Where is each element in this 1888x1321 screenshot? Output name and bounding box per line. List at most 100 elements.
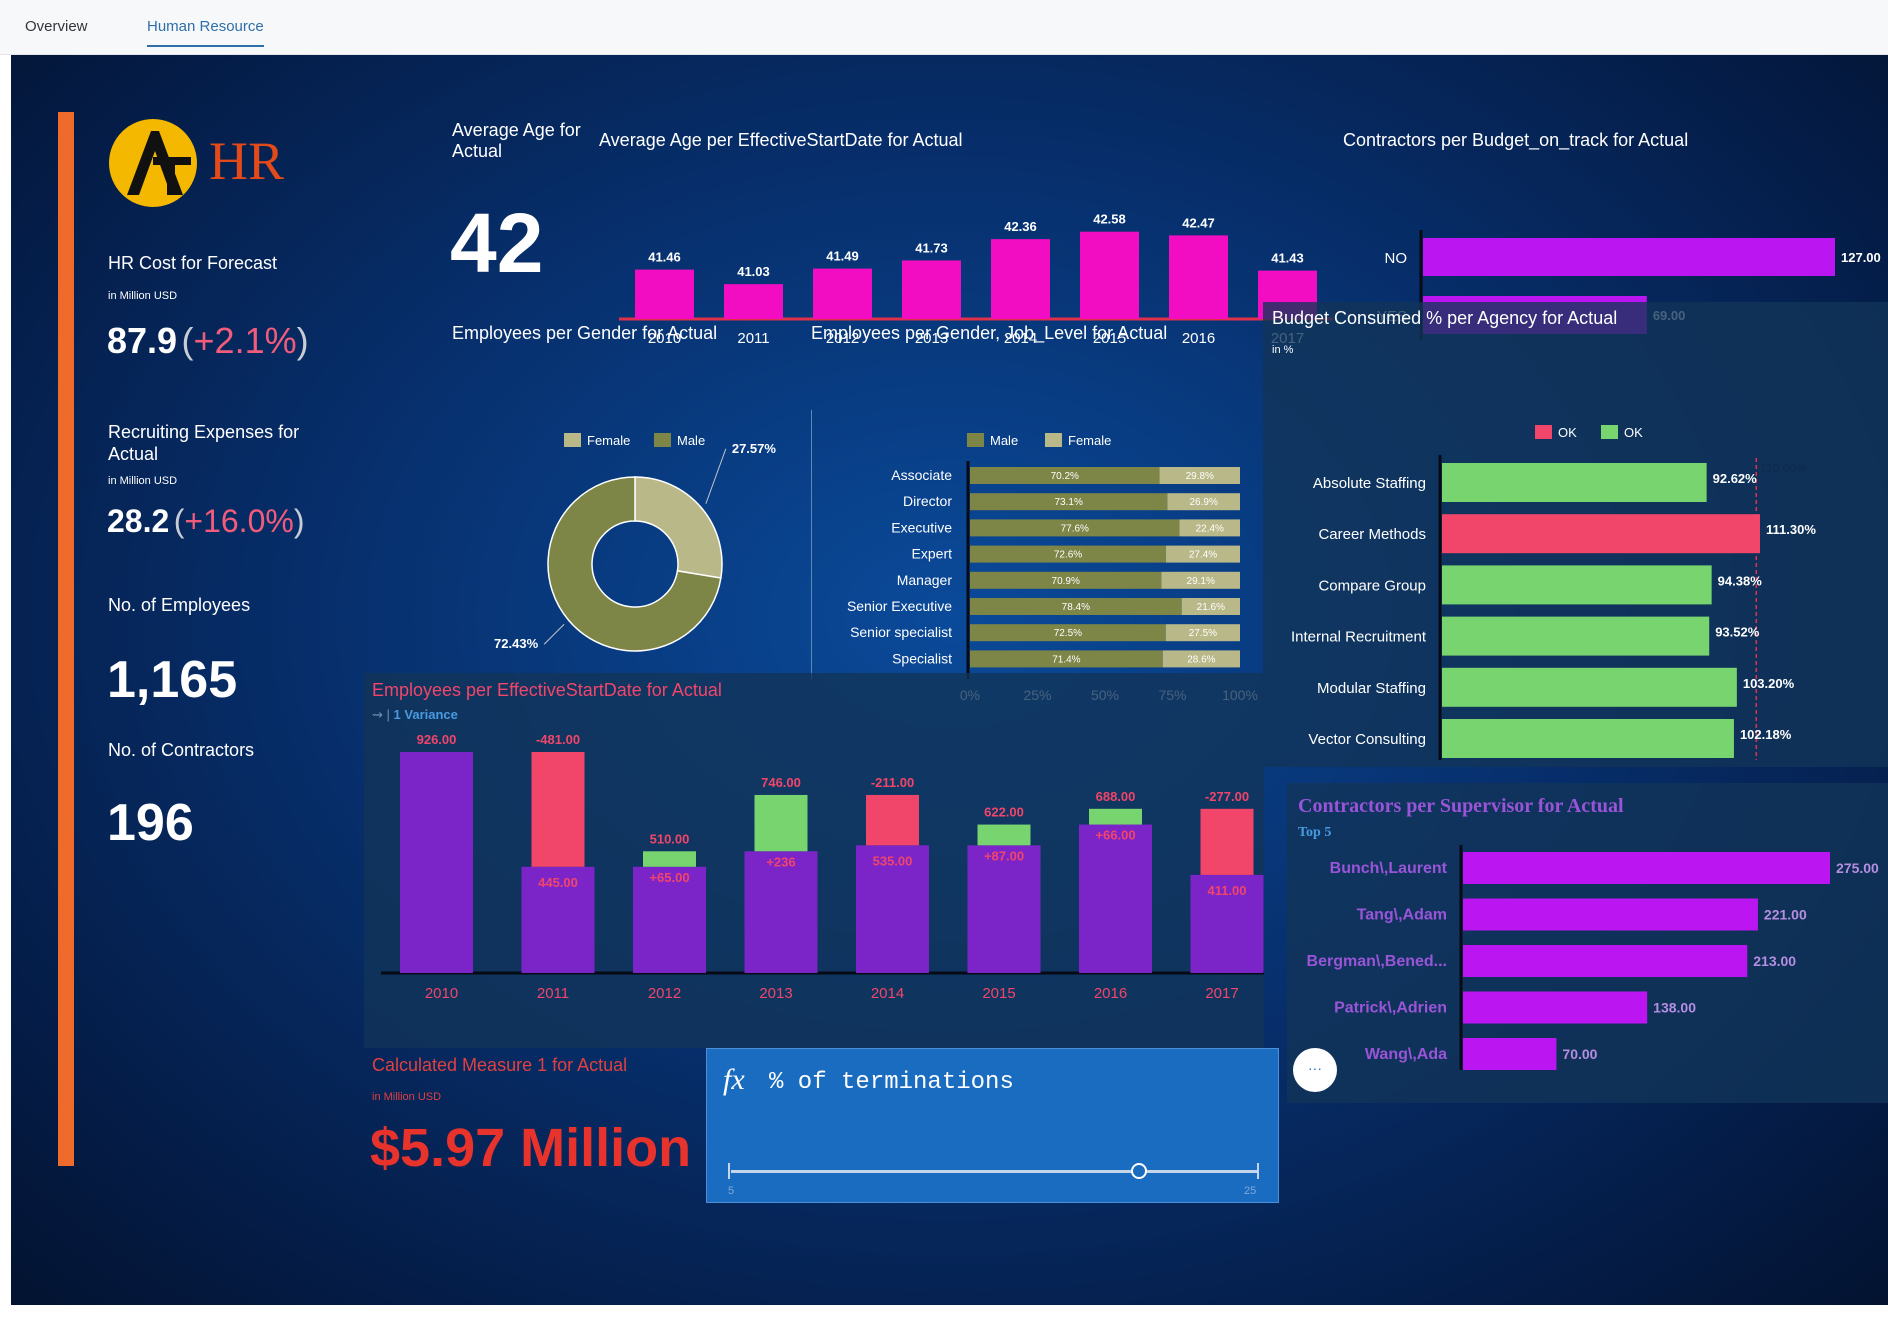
avg-age-title: Average Age for Actual bbox=[452, 120, 581, 162]
variance-link-icon: ⇝ bbox=[372, 707, 383, 722]
budget-category-label: Modular Staffing bbox=[1317, 680, 1426, 697]
variance-tick-label: 2012 bbox=[648, 985, 681, 1002]
joblevel-category-label: Associate bbox=[891, 467, 952, 483]
avg-age-data-label: 41.73 bbox=[915, 240, 948, 255]
joblevel-female-label: 29.8% bbox=[1186, 471, 1214, 482]
logo bbox=[107, 117, 199, 209]
budget-data-label: 102.18% bbox=[1740, 727, 1792, 742]
variance-delta-bar bbox=[977, 824, 1031, 846]
variance-delta-bar bbox=[866, 794, 919, 846]
fx-slider-max-label: 25 bbox=[1244, 1185, 1257, 1197]
supervisor-bar bbox=[1463, 991, 1648, 1024]
supervisor-bar bbox=[1463, 852, 1830, 884]
budget-bar bbox=[1442, 616, 1710, 656]
calc-measure-value: $5.97 Million bbox=[370, 1118, 692, 1178]
supervisor-category-label: Tang\,Adam bbox=[1357, 907, 1447, 924]
avg-age-data-label: 42.36 bbox=[1004, 219, 1037, 234]
fx-label: % of terminations bbox=[769, 1069, 1014, 1096]
tab-overview[interactable]: Overview bbox=[25, 18, 88, 35]
fx-slider-card[interactable]: fx % of terminations 5 25 bbox=[706, 1048, 1279, 1203]
donut-legend-swatch bbox=[564, 433, 581, 447]
variance-indicator[interactable]: ⇝ | 1 Variance bbox=[372, 707, 458, 723]
joblevel-legend-label: Female bbox=[1068, 433, 1111, 448]
fx-slider-min-label: 5 bbox=[728, 1185, 735, 1197]
joblevel-category-label: Senior specialist bbox=[850, 624, 952, 640]
joblevel-male-label: 71.4% bbox=[1052, 654, 1080, 665]
joblevel-male-label: 70.9% bbox=[1052, 576, 1080, 587]
supervisor-data-label: 138.00 bbox=[1653, 1000, 1696, 1016]
budget-bar bbox=[1442, 719, 1734, 758]
donut-data-label: 27.57% bbox=[732, 441, 777, 456]
budget-bar bbox=[1442, 667, 1737, 707]
logo-text: HR bbox=[209, 131, 285, 191]
joblevel-male-label: 77.6% bbox=[1061, 523, 1089, 534]
variance-tick-label: 2013 bbox=[759, 985, 792, 1002]
fx-slider-track[interactable] bbox=[731, 1170, 1257, 1173]
kpi-recruiting-title-line1: Recruiting Expenses for bbox=[108, 422, 300, 442]
variance-total-label: 746.00 bbox=[761, 775, 801, 790]
avg-age-data-label: 42.47 bbox=[1182, 215, 1215, 230]
avg-age-data-label: 41.03 bbox=[737, 264, 770, 279]
budget-consumed-title: Budget Consumed % per Agency for Actual bbox=[1272, 308, 1618, 328]
joblevel-male-label: 72.6% bbox=[1054, 550, 1082, 561]
joblevel-male-label: 70.2% bbox=[1051, 471, 1079, 482]
variance-base-label: 535.00 bbox=[873, 853, 913, 868]
fx-icon: fx bbox=[723, 1063, 745, 1096]
variance-delta-bar bbox=[531, 752, 585, 867]
avg-age-tick-label: 2016 bbox=[1182, 330, 1215, 347]
budget-category-label: Career Methods bbox=[1318, 526, 1426, 543]
variance-total-label: 926.00 bbox=[417, 735, 457, 747]
variance-bar bbox=[400, 752, 473, 973]
calc-measure-title: Calculated Measure 1 for Actual bbox=[372, 1055, 628, 1075]
donut-data-label: 72.43% bbox=[494, 636, 539, 651]
joblevel-female-label: 28.6% bbox=[1187, 654, 1215, 665]
avg-age-bar bbox=[991, 239, 1050, 319]
kpi-hr-cost-value-row: 87.9 (+2.1%) bbox=[107, 320, 309, 361]
avg-age-data-label: 41.49 bbox=[826, 249, 859, 264]
variance-base-label: +66.00 bbox=[1095, 828, 1135, 843]
avg-age-data-label: 41.46 bbox=[648, 250, 681, 265]
calc-measure-unit: in Million USD bbox=[372, 1091, 442, 1103]
more-options-button[interactable]: ··· bbox=[1293, 1048, 1337, 1092]
story-canvas: HR HR Cost for Forecast in Million USD 8… bbox=[11, 55, 1888, 1305]
budget-threshold-label: 110.00% bbox=[1760, 461, 1807, 475]
budget-category-label: Absolute Staffing bbox=[1313, 475, 1426, 492]
budget-category-label: Vector Consulting bbox=[1308, 731, 1426, 748]
supervisor-category-label: Bunch\,Laurent bbox=[1330, 860, 1448, 877]
budget-legend-swatch bbox=[1601, 425, 1618, 439]
avg-age-bar bbox=[635, 269, 694, 319]
budget-category-label: Compare Group bbox=[1318, 577, 1426, 594]
kpi-contractors-title: No. of Contractors bbox=[108, 740, 255, 760]
joblevel-legend-label: Male bbox=[990, 433, 1018, 448]
budget-category-label: Internal Recruitment bbox=[1291, 629, 1427, 646]
variance-total-label: -211.00 bbox=[871, 775, 914, 790]
supervisor-data-label: 213.00 bbox=[1753, 953, 1796, 969]
budget-legend-label: OK bbox=[1624, 425, 1643, 440]
joblevel-female-label: 27.4% bbox=[1189, 550, 1217, 561]
tab-human-resource[interactable]: Human Resource bbox=[147, 18, 264, 47]
gender-donut-title: Employees per Gender for Actual bbox=[452, 323, 718, 343]
supervisor-category-label: Patrick\,Adrien bbox=[1334, 1000, 1447, 1017]
variance-label: 1 Variance bbox=[393, 707, 458, 722]
joblevel-male-label: 73.1% bbox=[1055, 497, 1083, 508]
variance-base-label: 445.00 bbox=[538, 875, 578, 890]
joblevel-category-label: Director bbox=[903, 493, 952, 509]
kpi-recruiting-value-row: 28.2 (+16.0%) bbox=[107, 503, 305, 539]
kpi-contractors-value: 196 bbox=[107, 794, 194, 852]
variance-tick-label: 2016 bbox=[1094, 985, 1127, 1002]
supervisor-data-label: 221.00 bbox=[1764, 907, 1807, 923]
avg-age-title-line1: Average Age for bbox=[452, 120, 581, 140]
variance-bar bbox=[967, 845, 1041, 973]
logo-icon bbox=[109, 119, 197, 207]
fx-slider-handle[interactable] bbox=[1130, 1163, 1147, 1179]
variance-tick-label: 2015 bbox=[982, 985, 1015, 1002]
budget-consumed-chart: OK OK 110.00%92.62% Absolute Staffing 111.30… bbox=[1291, 425, 1816, 760]
avg-age-bar bbox=[1169, 235, 1228, 319]
variance-tick-label: 2014 bbox=[871, 985, 904, 1002]
budget-data-label: 92.62% bbox=[1713, 471, 1758, 486]
gender-job-level-title: Employees per Gender, Job_Level for Actu… bbox=[811, 323, 1168, 343]
supervisor-chart: 275.00 Bunch\,Laurent 221.00 Tang\,Adam 213.… bbox=[1307, 845, 1879, 1070]
donut-legend-swatch bbox=[654, 433, 671, 447]
fx-slider-tick-max bbox=[1257, 1163, 1259, 1179]
employees-variance-chart: 926.00 2010 -481.00 445.00 2011 510.00 +65.00 2… bbox=[381, 735, 1264, 1002]
